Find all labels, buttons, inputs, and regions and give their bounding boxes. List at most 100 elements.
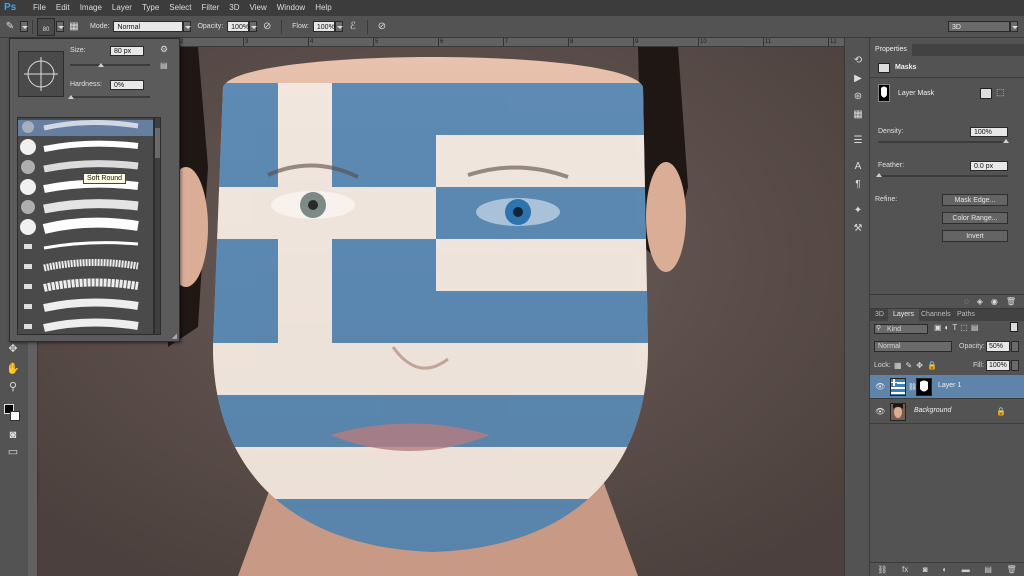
menu-image[interactable]: Image [75, 0, 107, 16]
brush-preset-tip[interactable] [24, 264, 32, 269]
menu-help[interactable]: Help [310, 0, 336, 16]
brush-tip-preview[interactable] [18, 51, 64, 97]
density-field[interactable]: 100% [970, 127, 1008, 137]
history-icon[interactable]: ⟲ [850, 54, 866, 68]
opacity-dropdown[interactable] [249, 21, 258, 32]
hardness-slider-knob[interactable] [68, 95, 74, 99]
resize-grip-icon[interactable]: ◢ [172, 332, 177, 340]
brush-picker-button[interactable]: 80 [37, 17, 55, 36]
airbrush-icon[interactable]: ℰ [346, 20, 360, 34]
feather-slider-knob[interactable] [876, 173, 882, 177]
character-icon[interactable]: A [850, 160, 866, 174]
pressure-size-icon[interactable]: ⊘ [375, 20, 389, 34]
toggle-mask-icon[interactable]: ◉ [991, 297, 998, 306]
visibility-eye-icon[interactable]: 👁 [875, 383, 885, 391]
brush-settings-icon[interactable]: ⚒ [850, 222, 866, 236]
menu-type[interactable]: Type [137, 0, 164, 16]
mode-dropdown[interactable] [183, 21, 192, 32]
tool-presets-icon[interactable]: ✦ [850, 204, 866, 218]
tab-3d[interactable]: 3D [870, 309, 889, 321]
brush-tool-icon[interactable]: ✎ [3, 20, 17, 34]
tab-properties[interactable]: Properties [870, 44, 912, 56]
menu-view[interactable]: View [245, 0, 272, 16]
size-slider[interactable] [70, 64, 150, 66]
apply-mask-icon[interactable]: ◈ [977, 297, 983, 306]
gear-icon[interactable]: ⚙ [160, 44, 168, 55]
pressure-opacity-icon[interactable]: ⊘ [260, 20, 274, 34]
brush-preset-tip[interactable] [20, 179, 36, 195]
3d-icon[interactable]: ⊛ [850, 90, 866, 104]
menu-file[interactable]: File [28, 0, 51, 16]
vector-mask-icon[interactable]: ⬚ [996, 87, 1005, 98]
new-layer-icon[interactable]: ▤ [984, 565, 992, 574]
layer-row-background[interactable]: 👁 Background 🔒 [870, 400, 1024, 424]
hand-tool-icon[interactable]: ✋ [4, 362, 22, 376]
tab-paths[interactable]: Paths [952, 309, 980, 321]
actions-icon[interactable]: ▶ [850, 72, 866, 86]
density-slider[interactable] [878, 141, 1008, 143]
load-selection-icon[interactable]: ◌ [964, 297, 969, 306]
feather-field[interactable]: 0.0 px [970, 161, 1008, 171]
brush-preset-tip[interactable] [20, 219, 36, 235]
layer-mask-thumbnail[interactable] [916, 378, 932, 396]
brush-preset-tip[interactable] [21, 200, 35, 214]
filter-toggle[interactable] [1010, 322, 1018, 332]
filter-kind-select[interactable]: Kind [874, 324, 928, 334]
quick-mask-icon[interactable]: ◙ [4, 428, 22, 442]
layer-opacity-dropdown[interactable] [1011, 341, 1019, 352]
menu-layer[interactable]: Layer [107, 0, 137, 16]
brush-picker-dropdown[interactable] [56, 21, 64, 32]
layer-row-layer-1[interactable]: 👁 ⛓ Layer 1 [870, 375, 1024, 399]
workspace-select[interactable]: 3D [948, 21, 1010, 32]
link-layers-icon[interactable]: ⛓ [877, 565, 887, 574]
fill-field[interactable]: 100% [986, 360, 1010, 371]
brush-preset-tip[interactable] [24, 284, 32, 289]
brush-preset-tip[interactable] [20, 139, 36, 155]
brush-preset-tip[interactable] [24, 244, 32, 249]
mode-select[interactable]: Normal [113, 21, 184, 32]
new-preset-icon[interactable]: ▤ [160, 61, 168, 70]
size-slider-knob[interactable] [98, 63, 104, 67]
visibility-eye-icon[interactable]: 👁 [875, 408, 885, 416]
feather-slider[interactable] [878, 175, 1008, 177]
brush-preset-tip[interactable] [24, 324, 32, 329]
tab-channels[interactable]: Channels [916, 309, 956, 321]
paragraph-icon[interactable]: ¶ [850, 178, 866, 192]
menu-edit[interactable]: Edit [51, 0, 75, 16]
blend-mode-select[interactable]: Normal [874, 341, 952, 352]
filter-type-icons[interactable]: ▣◐T⬚▤ [934, 323, 981, 332]
menu-window[interactable]: Window [272, 0, 310, 16]
add-mask-icon[interactable]: ◙ [923, 565, 928, 574]
brush-preset-tip[interactable] [21, 160, 35, 174]
brush-panel-toggle-icon[interactable]: ▦ [67, 20, 81, 34]
adjustment-layer-icon[interactable]: ◐ [942, 565, 947, 574]
zoom-tool-icon[interactable]: ⚲ [4, 380, 22, 394]
tab-layers[interactable]: Layers [888, 309, 920, 321]
brush-preset-tip[interactable] [24, 304, 32, 309]
tool-preset-dropdown[interactable] [20, 21, 28, 32]
hardness-field[interactable]: 0% [110, 80, 144, 90]
path-select-icon[interactable]: ✥ [4, 342, 22, 356]
screen-mode-icon[interactable]: ▭ [4, 445, 22, 459]
opacity-field[interactable]: 100% [227, 21, 250, 32]
delete-mask-icon[interactable]: 🗑 [1006, 297, 1016, 306]
density-slider-knob[interactable] [1003, 139, 1009, 143]
mask-edge-button[interactable]: Mask Edge... [942, 194, 1008, 206]
background-color-swatch[interactable] [10, 411, 20, 421]
color-range-button[interactable]: Color Range... [942, 212, 1008, 224]
adjustments-icon[interactable]: ☰ [850, 134, 866, 148]
new-group-icon[interactable]: ▬ [962, 565, 970, 574]
menu-3d[interactable]: 3D [224, 0, 244, 16]
lock-icons[interactable]: ▦✎✥🔒 [894, 361, 941, 370]
invert-button[interactable]: Invert [942, 230, 1008, 242]
menu-filter[interactable]: Filter [197, 0, 225, 16]
scrollbar-thumb[interactable] [155, 128, 160, 158]
pixel-mask-icon[interactable] [980, 88, 992, 99]
swatches-icon[interactable]: ▦ [850, 108, 866, 122]
delete-layer-icon[interactable]: 🗑 [1007, 565, 1017, 574]
layer-style-icon[interactable]: fx [902, 565, 908, 574]
flow-field[interactable]: 100% [312, 21, 335, 32]
menu-select[interactable]: Select [164, 0, 196, 16]
brush-list-scrollbar[interactable] [154, 117, 161, 335]
flow-dropdown[interactable] [334, 21, 343, 32]
